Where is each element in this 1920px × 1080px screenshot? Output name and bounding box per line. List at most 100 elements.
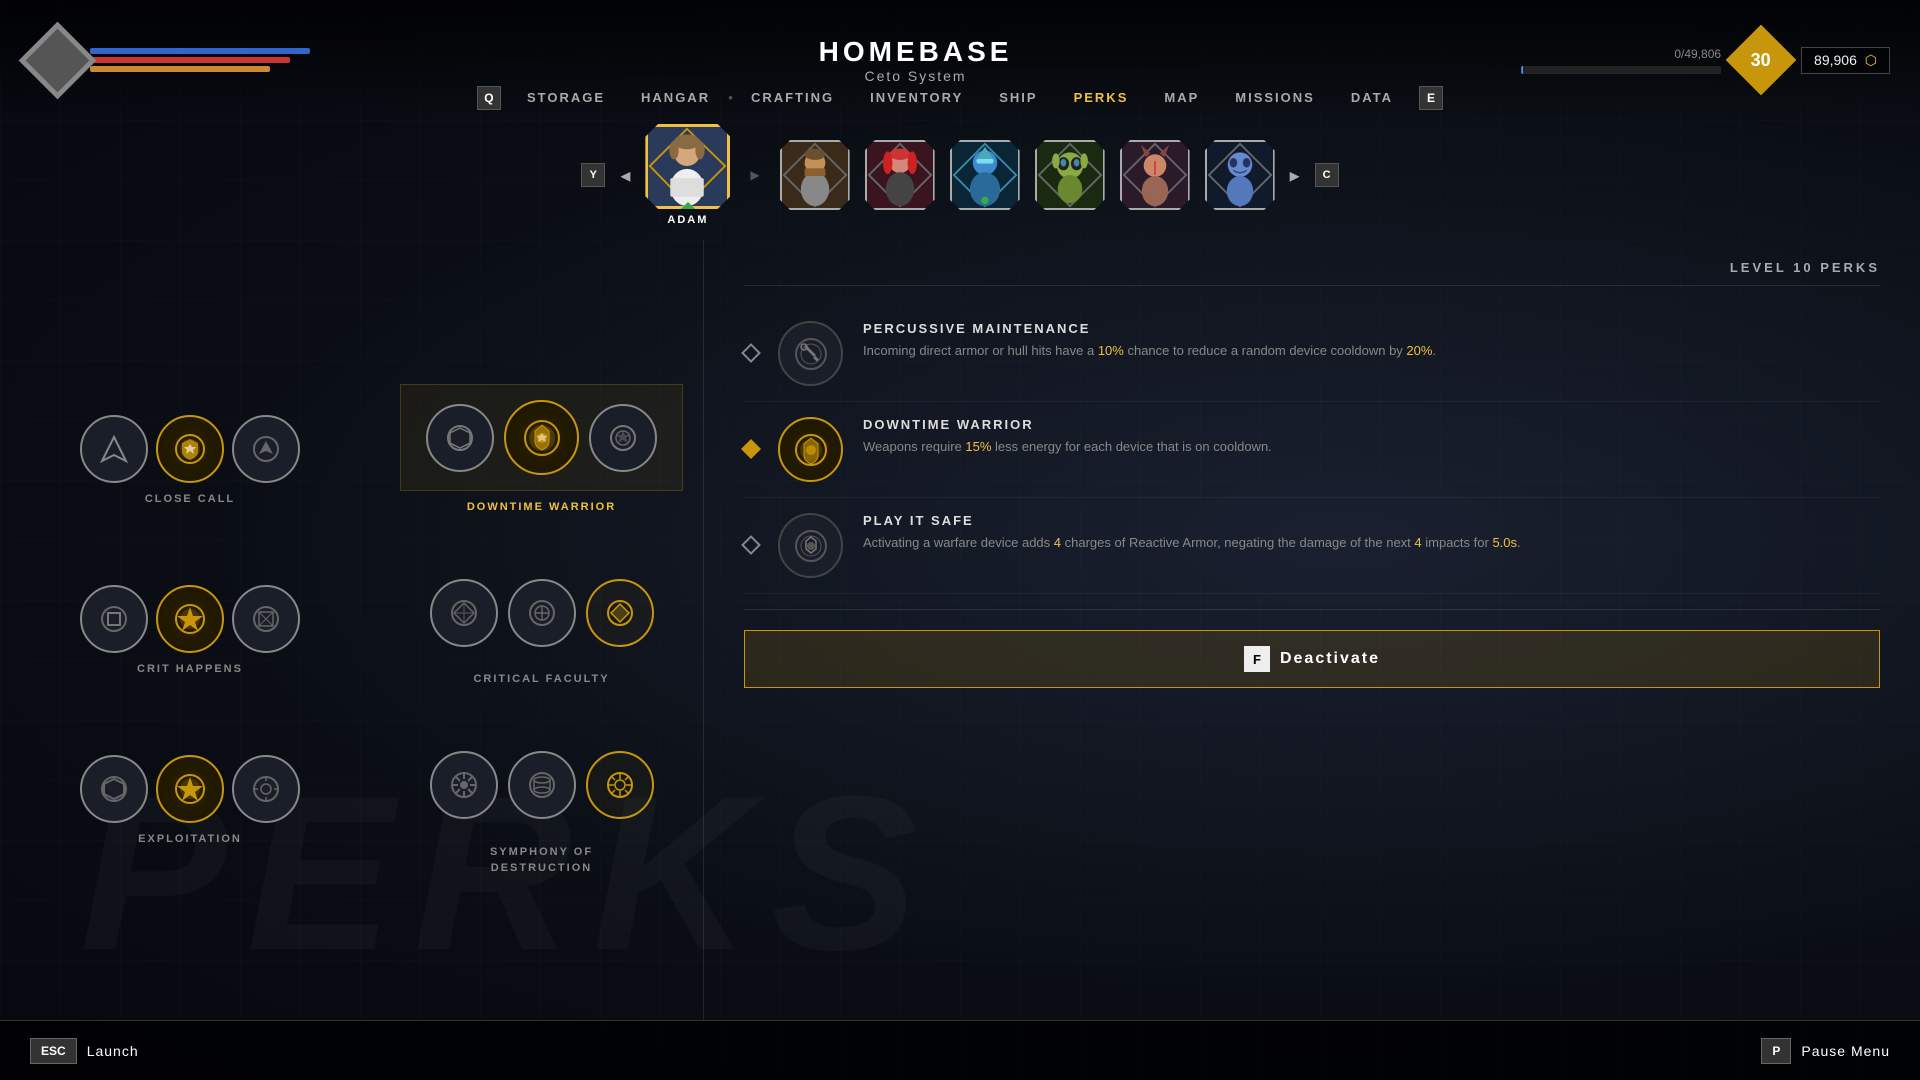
nav-map[interactable]: MAP (1146, 82, 1217, 113)
perk-label-critical-faculty: CRITICAL FACULTY (473, 673, 609, 685)
perk-label-downtime-warrior: DOWNTIME WARRIOR (467, 501, 616, 513)
perk-icon-close-call-1[interactable] (80, 415, 148, 483)
perk-close-call-icons (80, 415, 300, 483)
perk-detail-icon-downtime[interactable] (778, 417, 843, 482)
resource-bar-container: 0/49,806 (1521, 47, 1721, 74)
char-portrait-adam[interactable] (645, 124, 730, 209)
deactivate-key-f: F (1244, 646, 1270, 672)
perk-row-downtime-warrior: DOWNTIME WARRIOR (400, 384, 683, 513)
highlight-4-impacts: 4 (1414, 535, 1421, 550)
nav-hangar[interactable]: HANGAR (623, 82, 728, 113)
perk-detail-diamond-2 (741, 439, 761, 459)
char-portrait-4[interactable] (950, 140, 1020, 210)
perk-icon-cf-2[interactable] (508, 579, 576, 647)
perk-detail-desc-play-safe: Activating a warfare device adds 4 charg… (863, 533, 1880, 553)
perk-detail-downtime: DOWNTIME WARRIOR Weapons require 15% les… (744, 402, 1880, 498)
perk-icon-cf-1[interactable] (430, 579, 498, 647)
nav-storage[interactable]: STORAGE (509, 82, 623, 113)
perk-icon-close-call-2[interactable] (156, 415, 224, 483)
launch-key-esc: ESC (30, 1038, 77, 1064)
perk-detail-text-play-safe: PLAY IT SAFE Activating a warfare device… (863, 513, 1880, 578)
char-7-wrapper (1205, 140, 1275, 210)
perk-icon-crit-2[interactable] (156, 585, 224, 653)
char-arrow-left[interactable]: ◂ (620, 163, 630, 188)
perk-icon-crit-1[interactable] (80, 585, 148, 653)
pause-key-p: P (1761, 1038, 1791, 1064)
center-perk-tree: DOWNTIME WARRIOR (380, 240, 703, 1020)
perk-icon-crit-3[interactable] (232, 585, 300, 653)
pause-label: Pause Menu (1801, 1043, 1890, 1059)
perk-icon-sym-2[interactable] (508, 751, 576, 819)
char-portrait-3[interactable] (865, 140, 935, 210)
nav-bar: Q STORAGE HANGAR ● CRAFTING INVENTORY SH… (0, 75, 1920, 120)
perk-detail-percussive: PERCUSSIVE MAINTENANCE Incoming direct a… (744, 306, 1880, 402)
nav-key-e[interactable]: E (1419, 86, 1443, 110)
nav-crafting[interactable]: CRAFTING (733, 82, 852, 113)
left-perk-tree: CLOSE CALL (0, 240, 380, 1020)
perk-icon-dw-3[interactable] (589, 404, 657, 472)
perk-icon-exploit-1[interactable] (80, 755, 148, 823)
nav-ship[interactable]: SHIP (981, 82, 1055, 113)
perk-icon-cf-3[interactable] (586, 579, 654, 647)
perk-detail-icon-play-safe[interactable] (778, 513, 843, 578)
highlight-20pct: 20% (1406, 343, 1432, 358)
char-portrait-6[interactable] (1120, 140, 1190, 210)
resource-bar-fill (1521, 66, 1523, 74)
char-arrow-right[interactable]: ▸ (1290, 163, 1300, 188)
char-adam-wrapper: ADAM (645, 124, 730, 226)
perk-icon-dw-2[interactable] (504, 400, 579, 475)
char-portrait-2[interactable] (780, 140, 850, 210)
char-arrow-separator: ▶ (750, 168, 759, 182)
perk-icon-sym-1[interactable] (430, 751, 498, 819)
char-portrait-5[interactable] (1035, 140, 1105, 210)
perk-icon-exploit-2[interactable] (156, 755, 224, 823)
char-selector: Y ◂ ADAM ▶ (0, 120, 1920, 230)
deactivate-label: Deactivate (1280, 650, 1380, 668)
perk-row-close-call: CLOSE CALL (40, 415, 340, 505)
currency-display: 89,906 ⬡ (1801, 47, 1890, 74)
nav-data[interactable]: DATA (1333, 82, 1411, 113)
main-content: CLOSE CALL (0, 240, 1920, 1020)
perk-label-symphony: SYMPHONY OFDESTRUCTION (490, 845, 593, 876)
perk-detail-desc-percussive: Incoming direct armor or hull hits have … (863, 341, 1880, 361)
perk-critical-group (404, 563, 680, 663)
perk-row-exploitation: EXPLOITATION (40, 755, 340, 845)
perk-icon-close-call-3[interactable] (232, 415, 300, 483)
level-number: 30 (1751, 50, 1771, 71)
perk-detail-text-downtime: DOWNTIME WARRIOR Weapons require 15% les… (863, 417, 1880, 482)
perk-detail-name-percussive: PERCUSSIVE MAINTENANCE (863, 321, 1880, 336)
perk-symphony-group (404, 735, 680, 835)
perk-detail-play-safe: PLAY IT SAFE Activating a warfare device… (744, 498, 1880, 594)
perk-detail-icon-percussive[interactable] (778, 321, 843, 386)
char-3-wrapper (865, 140, 935, 210)
resource-text: 0/49,806 (1674, 47, 1721, 61)
right-panel: LEVEL 10 PERKS PERCUSSIVE MAINTENANCE In… (703, 240, 1920, 1020)
deactivate-button[interactable]: F Deactivate (744, 630, 1880, 688)
pause-menu-button[interactable]: P Pause Menu (1761, 1038, 1890, 1064)
char-nav-key-c[interactable]: C (1315, 163, 1339, 187)
char-portrait-7[interactable] (1205, 140, 1275, 210)
perk-detail-text-percussive: PERCUSSIVE MAINTENANCE Incoming direct a… (863, 321, 1880, 386)
char-2-wrapper (780, 140, 850, 210)
nav-key-q[interactable]: Q (477, 86, 501, 110)
perk-icon-dw-1[interactable] (426, 404, 494, 472)
perk-detail-diamond-3 (741, 535, 761, 555)
panel-title: LEVEL 10 PERKS (744, 260, 1880, 286)
nav-perks[interactable]: PERKS (1056, 82, 1147, 113)
highlight-4-charges: 4 (1054, 535, 1061, 550)
perk-detail-desc-downtime: Weapons require 15% less energy for each… (863, 437, 1880, 457)
char-5-wrapper (1035, 140, 1105, 210)
perk-icon-exploit-3[interactable] (232, 755, 300, 823)
nav-inventory[interactable]: INVENTORY (852, 82, 981, 113)
launch-button[interactable]: ESC Launch (30, 1038, 139, 1064)
perk-icon-sym-3[interactable] (586, 751, 654, 819)
char-nav-key-y[interactable]: Y (581, 163, 605, 187)
highlight-15pct: 15% (965, 439, 991, 454)
char-6-wrapper (1120, 140, 1190, 210)
perk-crit-icons (80, 585, 300, 653)
nav-missions[interactable]: MISSIONS (1217, 82, 1333, 113)
logo-bars (90, 48, 310, 72)
perk-row-critical-faculty: CRITICAL FACULTY (400, 563, 683, 685)
perk-detail-name-play-safe: PLAY IT SAFE (863, 513, 1880, 528)
highlight-5s: 5.0s (1492, 535, 1517, 550)
